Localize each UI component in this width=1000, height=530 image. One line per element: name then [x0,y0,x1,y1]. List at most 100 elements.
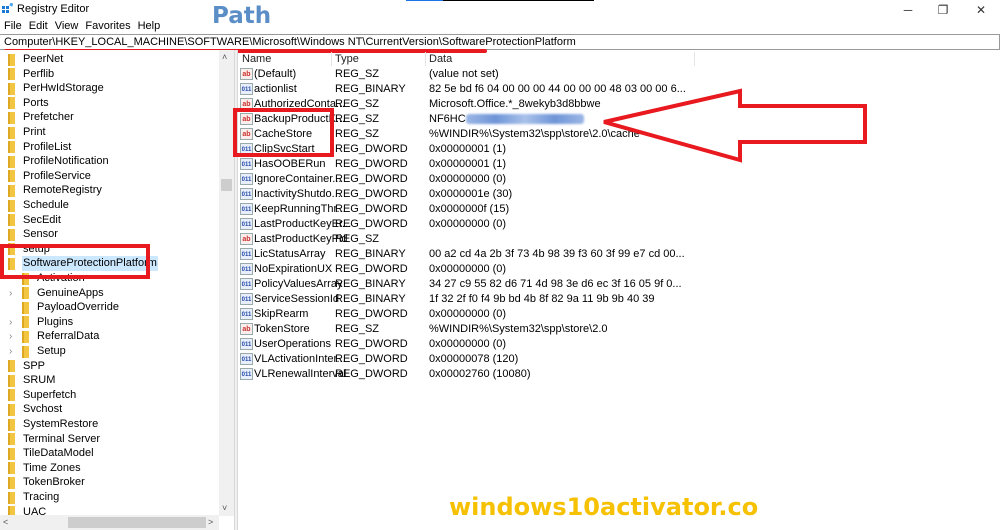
tree-item[interactable]: Print [8,125,47,140]
value-type-text: REG_SZ [335,98,380,110]
menu-favorites[interactable]: Favorites [81,18,133,34]
value-name: TokenStore [254,322,310,337]
tree-item[interactable]: SRUM [8,373,56,388]
tree-item[interactable]: Terminal Server [8,432,101,447]
value-row[interactable]: 011 VLRenewalInterval REG_DWORD 0x00002760 … [238,367,1000,382]
value-row[interactable]: 011 SkipRearm REG_DWORD 0x00000000 (0) [238,307,1000,322]
menu-file[interactable]: File [0,18,25,34]
expand-chevron-icon[interactable]: › [9,317,12,328]
value-row[interactable]: ab (Default) REG_SZ (value not set) [238,67,1000,82]
column-header-type[interactable]: Type [335,51,359,67]
tree-item-label: SPP [23,359,46,372]
menu-view[interactable]: View [51,18,82,34]
value-row[interactable]: 011 LastProductKeyEr... REG_DWORD 0x0000000… [238,217,1000,232]
path-annotation-label: Path [212,3,272,29]
tree-item[interactable]: › GenuineApps [9,286,105,301]
folder-icon [8,403,15,416]
tree-item[interactable]: RemoteRegistry [8,183,103,198]
tree-item[interactable]: ProfileNotification [8,154,110,169]
value-row[interactable]: 011 UserOperations REG_DWORD 0x00000000 (0) [238,337,1000,352]
tree-item[interactable]: PeerNet [8,52,64,67]
folder-icon [22,301,29,314]
tree-item[interactable]: PerHwIdStorage [8,81,105,96]
value-data-text: 0x00000001 (1) [429,143,507,155]
tree-vertical-scrollbar[interactable]: ˄ ˅ [219,50,234,516]
value-row[interactable]: 011 ServiceSessionId REG_BINARY 1f 32 2f f0… [238,292,1000,307]
tree-vertical-thumb[interactable] [221,179,232,191]
tree-item[interactable]: SPP [8,359,46,374]
value-type-text: REG_DWORD [335,338,408,350]
folder-icon [8,374,15,387]
scroll-right-icon[interactable]: > [208,517,213,527]
binary-value-icon: 011 [240,158,253,170]
value-row[interactable]: 011 IgnoreContainer... REG_DWORD 0x00000000… [238,172,1000,187]
value-row[interactable]: 011 KeepRunningThr... REG_DWORD 0x0000000f … [238,202,1000,217]
scroll-down-icon[interactable]: ˅ [222,503,227,513]
value-row[interactable]: 011 LicStatusArray REG_BINARY 00 a2 cd 4a 2… [238,247,1000,262]
folder-icon [8,418,15,431]
address-bar[interactable]: Computer\HKEY_LOCAL_MACHINE\SOFTWARE\Mic… [0,34,1000,50]
string-value-icon: ab [240,68,253,80]
scroll-left-icon[interactable]: < [3,517,8,527]
value-row[interactable]: 011 VLActivationInter... REG_DWORD 0x000000… [238,352,1000,367]
tree-item[interactable]: ProfileService [8,169,92,184]
value-type-text: REG_BINARY [335,278,406,290]
scroll-up-icon[interactable]: ˄ [222,52,227,62]
tree-item[interactable]: › Setup [9,344,67,359]
value-type: REG_DWORD [335,337,408,352]
tree-item[interactable]: Svchost [8,402,63,417]
value-data-text: 0x00000000 (0) [429,308,507,320]
expand-chevron-icon[interactable]: › [9,331,12,342]
tree-horizontal-scrollbar[interactable]: < > [0,515,219,530]
column-separator[interactable] [331,52,332,66]
tree-item[interactable]: › Plugins [9,315,74,330]
close-button[interactable]: ✕ [958,0,1000,20]
expand-chevron-icon[interactable]: › [9,288,12,299]
tree-item[interactable]: Prefetcher [8,110,75,125]
tree-item[interactable]: PayloadOverride [22,300,120,315]
folder-icon [8,155,15,168]
value-name: ServiceSessionId [254,292,339,307]
tree-horizontal-thumb[interactable] [68,517,206,528]
tree-item[interactable]: Schedule [8,198,70,213]
value-row[interactable]: 011 PolicyValuesArray REG_BINARY 34 27 c9 5… [238,277,1000,292]
tree-item[interactable]: Ports [8,96,50,111]
tree-item[interactable]: SecEdit [8,213,62,228]
column-header-data[interactable]: Data [429,51,452,67]
string-value-icon: ab [240,233,253,245]
tree-item[interactable]: Superfetch [8,388,77,403]
tree-item[interactable]: Time Zones [8,461,82,476]
tree-item[interactable]: TileDataModel [8,446,95,461]
column-separator[interactable] [694,52,695,66]
value-row[interactable]: ab TokenStore REG_SZ %WINDIR%\System32\spp\… [238,322,1000,337]
tree-item[interactable]: SystemRestore [8,417,99,432]
tree-item[interactable]: ProfileList [8,140,72,155]
value-row[interactable]: ab LastProductKeyPid REG_SZ [238,232,1000,247]
value-type: REG_SZ [335,112,379,127]
expand-chevron-icon[interactable]: › [9,346,12,357]
tree-item[interactable]: Perflib [8,67,55,82]
tree-item[interactable]: Sensor [8,227,59,242]
value-name: NoExpirationUX [254,262,332,277]
menu-edit[interactable]: Edit [25,18,51,34]
folder-icon [8,447,15,460]
tree-item[interactable]: TokenBroker [8,475,86,490]
value-type-text: REG_SZ [335,113,380,125]
folder-icon [8,184,15,197]
menu-help[interactable]: Help [134,18,164,34]
value-data-text: NF6HC [429,113,466,125]
address-path[interactable]: Computer\HKEY_LOCAL_MACHINE\SOFTWARE\Mic… [4,36,576,48]
column-separator[interactable] [425,52,426,66]
tree-item-label: Plugins [37,315,74,328]
folder-icon [8,491,15,504]
folder-icon [8,111,15,124]
tree-item[interactable]: Tracing [8,490,60,505]
tree-item-label: SystemRestore [23,418,99,430]
value-row[interactable]: 011 InactivityShutdo... REG_DWORD 0x0000001… [238,187,1000,202]
tree-item-label: Setup [37,345,66,357]
value-row[interactable]: 011 NoExpirationUX REG_DWORD 0x00000000 (0) [238,262,1000,277]
value-type-text: REG_DWORD [335,218,408,230]
tree-item[interactable]: › ReferralData [9,329,100,344]
binary-value-icon: 011 [240,83,253,95]
column-header-name[interactable]: Name [242,51,271,67]
